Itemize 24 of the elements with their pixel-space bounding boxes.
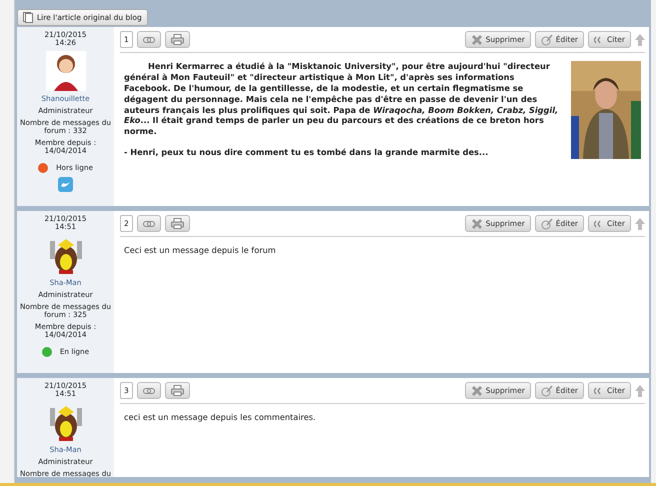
print-button[interactable]	[164, 31, 190, 48]
link-button[interactable]	[136, 215, 161, 232]
link-button[interactable]	[136, 382, 161, 400]
up-arrow-icon	[635, 34, 645, 46]
post-paragraph: Ceci est un message depuis le forum	[124, 245, 277, 256]
post-paragraph: - Henri, peux tu nous dire comment tu es tombé dans la grande marmite des...	[124, 147, 490, 158]
link-icon	[142, 388, 155, 394]
post-paragraph: Henri Kermarrec a étudié à la "Misktanoic University", pour être aujourd'hui "directeur général à Mon Fauteuil" et "directeur artistique à Mon Lit", d'après ses informations Facebook. De l'humour, de la gentillesse, de la modestie, et un certain flegmatisme se dégagent du personnage. Mais cela ne l'empêche pas d'être en passe de devenir l'un des auteurs français les plus prolifiques qui soit. Papa de Wiraqocha, Boom Bokken, Crabz, Siggil, Eko... Il était grand temps de parler un peu du parcours et des créations de ce breton hors norme.	[124, 61, 560, 138]
printer-icon	[170, 34, 184, 46]
document-icon	[23, 12, 33, 23]
cross-icon	[470, 384, 483, 397]
print-button[interactable]	[164, 215, 190, 232]
up-arrow-icon	[635, 218, 645, 230]
post-paragraph: ceci est un message depuis les commentaires.	[124, 412, 317, 424]
printer-icon	[170, 218, 184, 230]
cross-icon	[470, 218, 483, 230]
up-arrow-icon	[635, 384, 645, 397]
cross-icon	[470, 34, 483, 46]
avatar-figure-icon	[46, 51, 86, 92]
link-icon	[142, 36, 155, 43]
printer-icon	[170, 385, 184, 396]
print-button[interactable]	[164, 382, 190, 400]
link-icon	[142, 220, 155, 227]
link-button[interactable]	[136, 31, 161, 48]
